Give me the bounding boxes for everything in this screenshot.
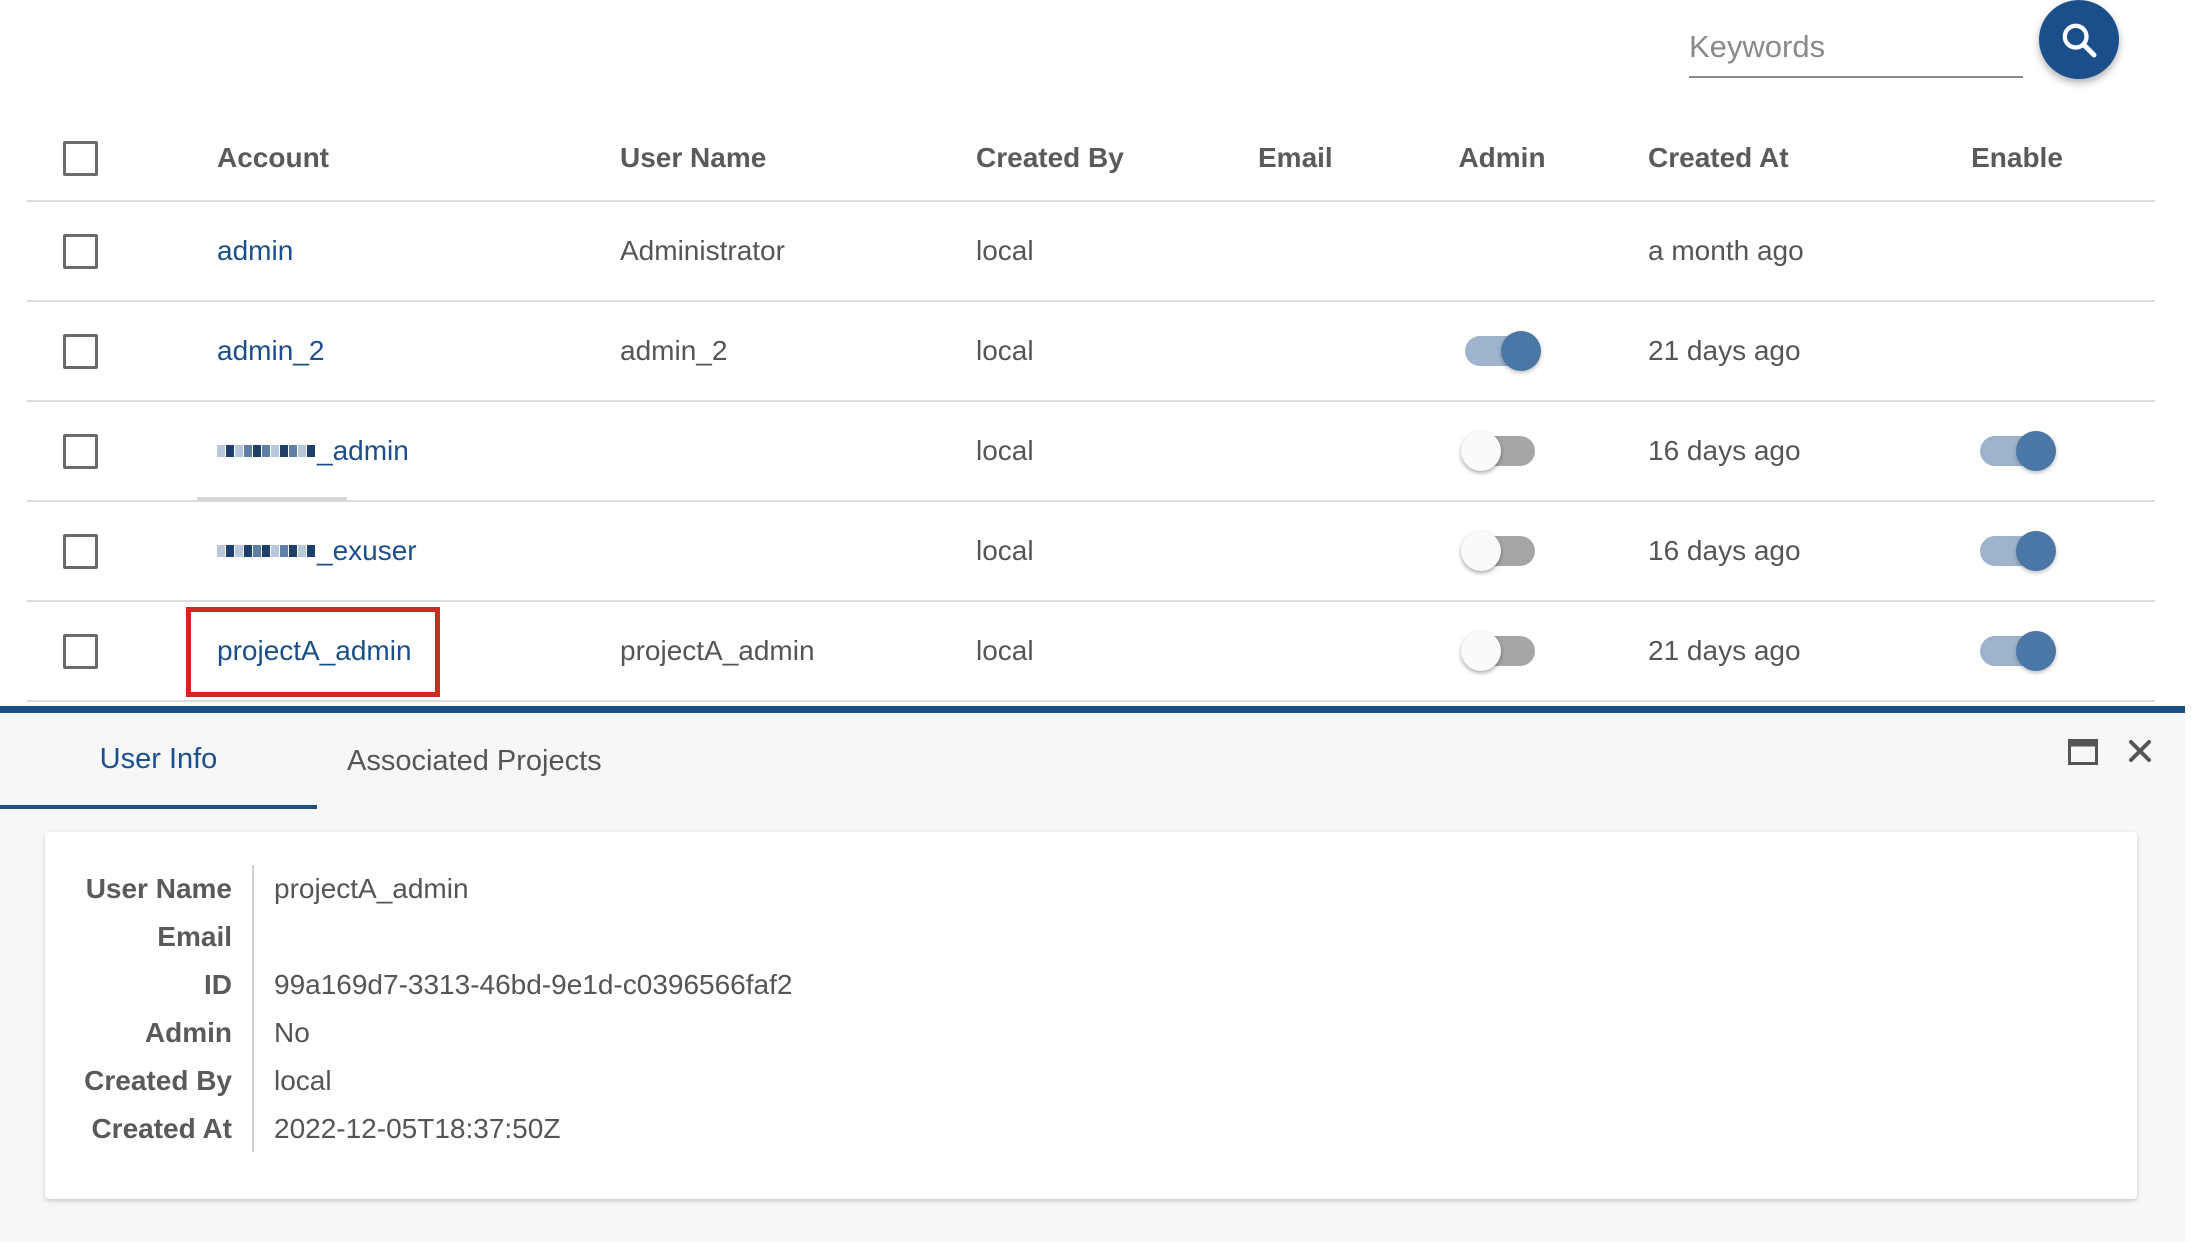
- info-row-id: ID 99a169d7-3313-46bd-9e1d-c0396566faf2: [45, 963, 792, 1007]
- enable-toggle[interactable]: [1980, 531, 2056, 571]
- search-input[interactable]: [1689, 22, 2023, 72]
- admin-cell: [1422, 302, 1582, 400]
- account-link[interactable]: admin_2: [217, 302, 324, 400]
- user-name-cell: Administrator: [620, 235, 785, 266]
- table-header: Account User Name Created By Email Admin…: [27, 116, 2155, 202]
- enable-cell: [1942, 502, 2092, 600]
- maximize-icon[interactable]: [2068, 739, 2098, 770]
- info-label: ID: [204, 969, 232, 1000]
- user-detail-panel: User Info Associated Projects User Name …: [0, 706, 2185, 1242]
- user-name-cell: projectA_admin: [620, 635, 815, 666]
- created-at-cell: 16 days ago: [1648, 535, 1801, 566]
- column-header-user-name[interactable]: User Name: [620, 116, 766, 200]
- column-header-admin[interactable]: Admin: [1422, 116, 1582, 200]
- toggle-knob: [2016, 531, 2056, 571]
- table-row[interactable]: _exuser local 16 days ago: [27, 502, 2155, 602]
- info-row-created-at: Created At 2022-12-05T18:37:50Z: [45, 1107, 560, 1151]
- toggle-knob: [2016, 631, 2056, 671]
- toggle-knob: [2016, 431, 2056, 471]
- created-at-cell: 21 days ago: [1648, 635, 1801, 666]
- created-by-cell: local: [976, 235, 1034, 266]
- info-label: Admin: [144, 1017, 232, 1048]
- table-row[interactable]: admin Administrator local a month ago: [27, 202, 2155, 302]
- info-divider: [252, 865, 254, 1152]
- column-header-email[interactable]: Email: [1258, 116, 1333, 200]
- created-at-cell: 21 days ago: [1648, 335, 1801, 366]
- account-suffix: _admin: [317, 435, 409, 466]
- created-by-cell: local: [976, 535, 1034, 566]
- column-header-created-by[interactable]: Created By: [976, 116, 1124, 200]
- admin-toggle[interactable]: [1461, 431, 1539, 471]
- info-label: Email: [157, 921, 232, 952]
- info-label: Created By: [84, 1065, 232, 1096]
- column-header-enable[interactable]: Enable: [1942, 116, 2092, 200]
- info-value: local: [274, 1065, 332, 1096]
- toggle-knob: [1501, 331, 1541, 371]
- user-info-card: User Name projectA_admin Email ID 99a169…: [45, 832, 2137, 1199]
- tab-associated-projects[interactable]: Associated Projects: [347, 713, 602, 809]
- toggle-knob: [1461, 531, 1501, 571]
- select-all-checkbox[interactable]: [63, 140, 98, 176]
- select-all-cell: [63, 116, 98, 200]
- enable-cell: [1942, 602, 2092, 700]
- info-label: User Name: [85, 873, 232, 904]
- row-checkbox[interactable]: [63, 533, 98, 569]
- row-checkbox[interactable]: [63, 233, 98, 269]
- admin-toggle[interactable]: [1465, 331, 1541, 371]
- created-at-cell: 16 days ago: [1648, 435, 1801, 466]
- info-label: Created At: [91, 1113, 232, 1144]
- admin-toggle[interactable]: [1461, 631, 1539, 671]
- toggle-knob: [1461, 631, 1501, 671]
- tab-user-info[interactable]: User Info: [0, 713, 317, 809]
- table-row[interactable]: admin_2 admin_2 local 21 days ago: [27, 302, 2155, 402]
- info-row-user-name: User Name projectA_admin: [45, 867, 469, 911]
- row-checkbox[interactable]: [63, 633, 98, 669]
- admin-toggle[interactable]: [1461, 531, 1539, 571]
- info-row-email: Email: [45, 915, 232, 959]
- created-at-cell: a month ago: [1648, 235, 1804, 266]
- row-checkbox[interactable]: [63, 433, 98, 469]
- column-header-account[interactable]: Account: [217, 116, 329, 200]
- row-checkbox[interactable]: [63, 333, 98, 369]
- account-suffix: _exuser: [317, 535, 417, 566]
- admin-cell: [1422, 602, 1582, 700]
- info-value: 2022-12-05T18:37:50Z: [274, 1113, 561, 1144]
- table-row[interactable]: _admin local 16 days ago: [27, 402, 2155, 502]
- enable-cell: [1942, 402, 2092, 500]
- account-link[interactable]: _admin: [217, 402, 409, 500]
- info-value: No: [274, 1017, 310, 1048]
- column-header-created-at[interactable]: Created At: [1648, 116, 1789, 200]
- row-select-cell: [63, 302, 98, 400]
- selection-highlight: [186, 607, 440, 697]
- row-select-cell: [63, 602, 98, 700]
- user-name-cell: admin_2: [620, 335, 728, 366]
- admin-cell: [1422, 502, 1582, 600]
- row-select-cell: [63, 402, 98, 500]
- redacted-text: [217, 545, 315, 557]
- row-select-cell: [63, 502, 98, 600]
- enable-toggle[interactable]: [1980, 631, 2056, 671]
- admin-cell: [1422, 402, 1582, 500]
- toggle-knob: [1461, 431, 1501, 471]
- search-icon: [2062, 23, 2097, 57]
- row-select-cell: [63, 202, 98, 300]
- search-field[interactable]: [1689, 22, 2023, 78]
- created-by-cell: local: [976, 635, 1034, 666]
- info-value: 99a169d7-3313-46bd-9e1d-c0396566faf2: [274, 969, 793, 1000]
- redacted-text: [217, 445, 315, 457]
- close-icon[interactable]: [2127, 738, 2153, 769]
- account-link[interactable]: admin: [217, 202, 293, 300]
- account-link[interactable]: _exuser: [217, 502, 417, 600]
- search-button[interactable]: [2039, 0, 2119, 79]
- info-row-admin: Admin No: [45, 1011, 310, 1055]
- created-by-cell: local: [976, 335, 1034, 366]
- created-by-cell: local: [976, 435, 1034, 466]
- info-row-created-by: Created By local: [45, 1059, 331, 1103]
- info-value: projectA_admin: [274, 873, 469, 904]
- enable-toggle[interactable]: [1980, 431, 2056, 471]
